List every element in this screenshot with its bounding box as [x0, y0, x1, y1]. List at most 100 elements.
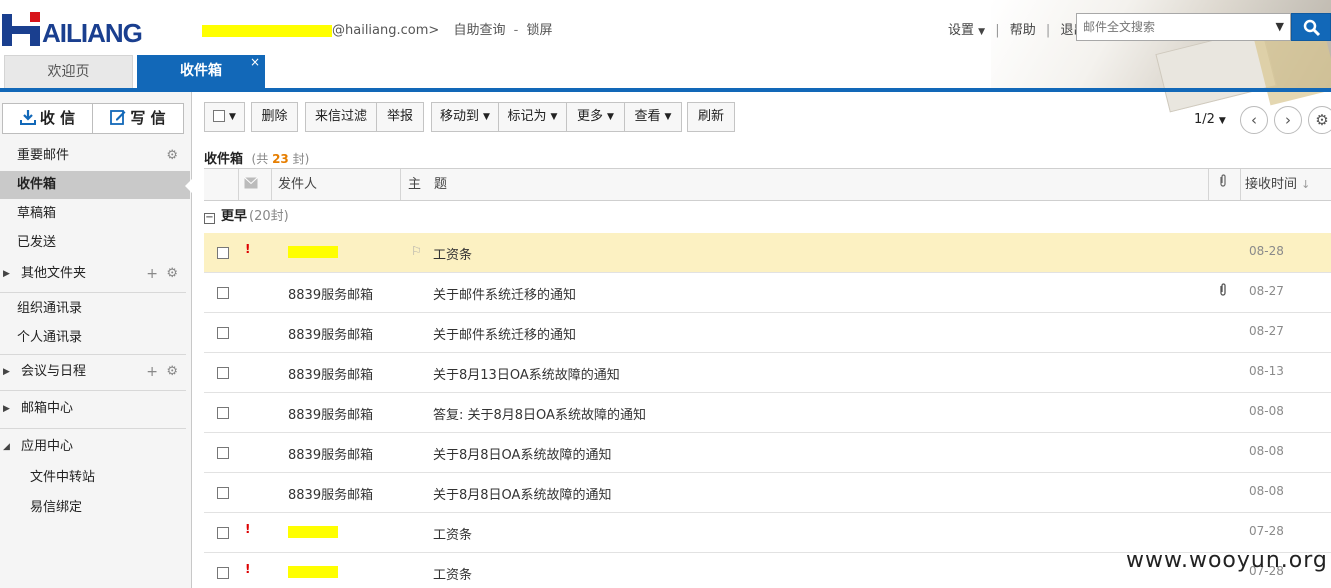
group-header-earlier[interactable]: − 更早 (20封)	[204, 205, 289, 224]
list-title: 收件箱 (共 23 封)	[204, 148, 309, 167]
sidebar-item-other-folders[interactable]: ▶ 其他文件夹 + ⚙	[0, 260, 190, 288]
lock-screen-link[interactable]: 锁屏	[526, 23, 552, 38]
row-sender: 8839服务邮箱	[288, 288, 374, 303]
view-button[interactable]: 查看 ▼	[624, 102, 682, 132]
settings-menu[interactable]: 设置 ▼	[948, 23, 985, 38]
flag-icon[interactable]: ⚐	[411, 244, 422, 258]
table-row[interactable]: 8839服务邮箱 答复: 关于8月8日OA系统故障的通知 08-08	[204, 393, 1331, 433]
tab-welcome[interactable]: 欢迎页	[4, 55, 133, 88]
row-date: 08-08	[1249, 484, 1284, 498]
row-checkbox[interactable]	[217, 327, 229, 339]
row-checkbox[interactable]	[217, 287, 229, 299]
more-button[interactable]: 更多 ▼	[566, 102, 625, 132]
receive-button[interactable]: 收 信	[3, 104, 93, 133]
sidebar-item-org-contacts[interactable]: 组织通讯录	[0, 295, 190, 323]
row-date: 08-13	[1249, 364, 1284, 378]
tab-inbox[interactable]: 收件箱 ×	[137, 55, 265, 88]
read-status-column-icon[interactable]	[244, 169, 258, 200]
write-button[interactable]: 写 信	[93, 104, 183, 133]
row-subject[interactable]: 工资条	[433, 564, 472, 583]
row-subject[interactable]: 工资条	[433, 244, 472, 263]
refresh-button[interactable]: 刷新	[687, 102, 735, 132]
report-button[interactable]: 举报	[376, 102, 424, 132]
next-page-button[interactable]: ›	[1274, 106, 1302, 134]
sidebar-item-personal-contacts[interactable]: 个人通讯录	[0, 324, 190, 352]
gear-icon[interactable]: ⚙	[166, 260, 178, 288]
gear-icon[interactable]: ⚙	[166, 142, 178, 170]
row-subject[interactable]: 关于邮件系统迁移的通知	[433, 324, 576, 343]
row-checkbox[interactable]	[217, 527, 229, 539]
self-service-link[interactable]: 自助查询	[453, 23, 505, 38]
hailiang-logo[interactable]: AILIANG	[2, 12, 148, 48]
add-calendar-icon[interactable]: +	[146, 358, 158, 386]
row-date: 08-08	[1249, 444, 1284, 458]
attachment-column-icon[interactable]	[1219, 169, 1227, 200]
collapse-triangle-icon[interactable]: ◢	[3, 433, 10, 461]
gear-icon[interactable]: ⚙	[166, 358, 178, 386]
prev-page-button[interactable]: ‹	[1240, 106, 1268, 134]
delete-button[interactable]: 删除	[251, 102, 298, 132]
row-subject[interactable]: 关于8月8日OA系统故障的通知	[433, 444, 611, 463]
tab-underline	[0, 88, 1331, 92]
sidebar-item-calendar[interactable]: ▶ 会议与日程 + ⚙	[0, 358, 190, 386]
table-row[interactable]: 8839服务邮箱 关于邮件系统迁移的通知 08-27	[204, 273, 1331, 313]
time-column-header[interactable]: 接收时间 ↓	[1245, 169, 1310, 200]
search-options-dropdown-icon[interactable]: ▼	[1276, 20, 1284, 33]
sidebar-item-file-transfer[interactable]: 文件中转站	[0, 464, 190, 492]
page-selector[interactable]: 1/2 ▼	[1194, 112, 1226, 127]
table-row[interactable]: 8839服务邮箱 关于8月13日OA系统故障的通知 08-13	[204, 353, 1331, 393]
row-subject[interactable]: 答复: 关于8月8日OA系统故障的通知	[433, 404, 646, 423]
subject-column-header[interactable]: 主 题	[408, 169, 447, 200]
row-checkbox[interactable]	[217, 447, 229, 459]
sender-column-header[interactable]: 发件人	[278, 169, 317, 200]
row-sender	[288, 244, 338, 259]
close-tab-icon[interactable]: ×	[250, 46, 260, 79]
help-link[interactable]: 帮助	[1010, 23, 1036, 38]
filter-button[interactable]: 来信过滤	[305, 102, 377, 132]
row-checkbox[interactable]	[217, 367, 229, 379]
row-checkbox[interactable]	[217, 407, 229, 419]
important-icon: !	[245, 562, 251, 576]
list-settings-button[interactable]: ⚙	[1308, 106, 1331, 134]
row-checkbox[interactable]	[217, 567, 229, 579]
row-subject[interactable]: 关于8月13日OA系统故障的通知	[433, 364, 620, 383]
download-icon	[19, 110, 36, 125]
row-date: 07-28	[1249, 524, 1284, 538]
sidebar-item-important[interactable]: 重要邮件 ⚙	[0, 142, 190, 170]
table-row[interactable]: 8839服务邮箱 关于邮件系统迁移的通知 08-27	[204, 313, 1331, 353]
expand-triangle-icon[interactable]: ▶	[3, 260, 10, 288]
expand-triangle-icon[interactable]: ▶	[3, 395, 10, 423]
row-checkbox[interactable]	[217, 487, 229, 499]
chevron-down-icon: ▼	[978, 27, 986, 37]
sidebar: 收 信 写 信 重要邮件 ⚙ 收件箱 草稿箱 已发送 ▶ 其他文件夹 + ⚙ 组织通讯录…	[0, 92, 192, 588]
row-subject[interactable]: 工资条	[433, 524, 472, 543]
table-row[interactable]: ! 工资条 07-28	[204, 513, 1331, 553]
row-sender: 8839服务邮箱	[288, 408, 374, 423]
user-email-suffix: @hailiang.com>	[332, 23, 440, 38]
row-subject[interactable]: 关于邮件系统迁移的通知	[433, 284, 576, 303]
search-input[interactable]	[1077, 14, 1267, 40]
table-row[interactable]: 8839服务邮箱 关于8月8日OA系统故障的通知 08-08	[204, 433, 1331, 473]
mark-as-button[interactable]: 标记为 ▼	[498, 102, 567, 132]
row-sender: 8839服务邮箱	[288, 488, 374, 503]
table-row[interactable]: 8839服务邮箱 关于8月8日OA系统故障的通知 08-08	[204, 473, 1331, 513]
row-checkbox[interactable]	[217, 247, 229, 259]
expand-triangle-icon[interactable]: ▶	[3, 358, 10, 386]
select-all-dropdown[interactable]: ▼	[204, 102, 245, 132]
row-subject[interactable]: 关于8月8日OA系统故障的通知	[433, 484, 611, 503]
sidebar-item-drafts[interactable]: 草稿箱	[0, 200, 190, 228]
sidebar-item-sent[interactable]: 已发送	[0, 229, 190, 257]
sidebar-item-yixin-binding[interactable]: 易信绑定	[0, 494, 190, 522]
row-sender: 8839服务邮箱	[288, 328, 374, 343]
sidebar-item-inbox[interactable]: 收件箱	[0, 171, 192, 199]
move-to-button[interactable]: 移动到 ▼	[431, 102, 499, 132]
collapse-icon[interactable]: −	[204, 213, 215, 224]
table-row[interactable]: ! ⚐ 工资条 08-28	[204, 233, 1331, 273]
sidebar-item-mailbox-center[interactable]: ▶ 邮箱中心	[0, 395, 190, 423]
tab-inbox-label: 收件箱	[180, 63, 222, 79]
sidebar-item-app-center[interactable]: ◢ 应用中心	[0, 433, 190, 461]
redacted-sender	[288, 525, 338, 538]
search-button[interactable]	[1291, 13, 1331, 41]
add-folder-icon[interactable]: +	[146, 260, 158, 288]
search-icon	[1303, 19, 1321, 37]
